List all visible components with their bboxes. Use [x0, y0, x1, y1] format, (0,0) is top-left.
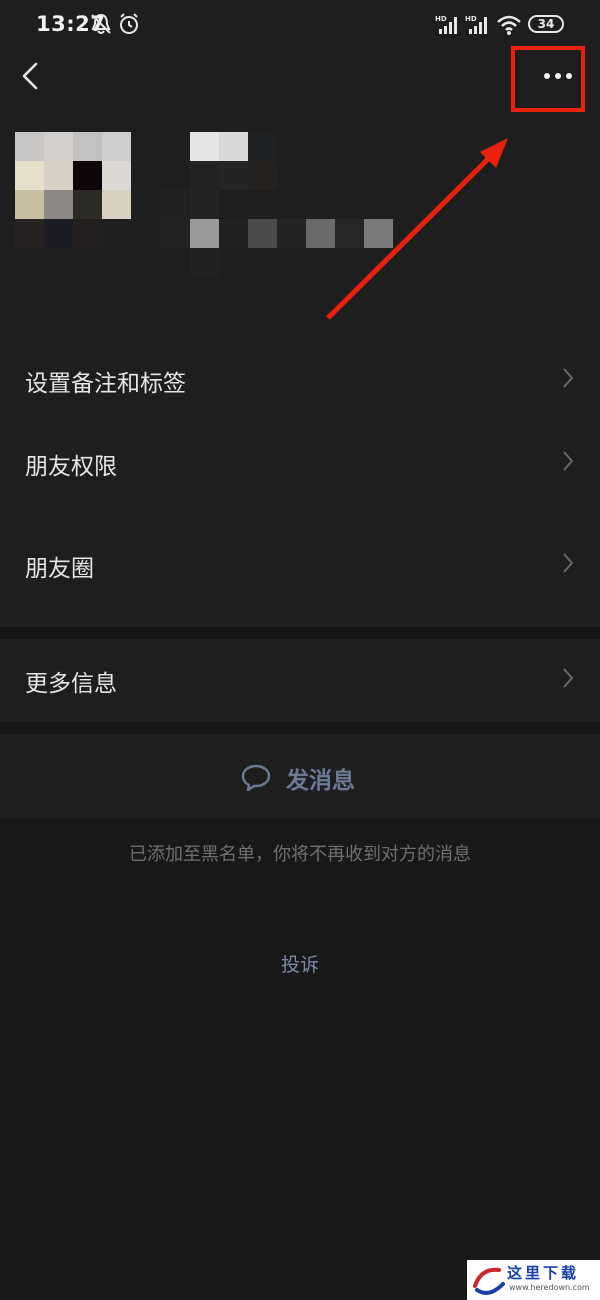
chevron-right-icon — [561, 551, 575, 581]
menu-item-label: 更多信息 — [25, 671, 117, 697]
menu-item-friend-permissions[interactable]: 朋友权限 — [0, 428, 600, 500]
watermark-url: www.heredown.com — [509, 1283, 590, 1292]
menu-item-moments[interactable]: 朋友圈 — [0, 530, 600, 602]
hd-signal-icon: HD — [465, 14, 491, 40]
chevron-right-icon — [561, 366, 575, 396]
section-divider — [0, 722, 600, 734]
avatar — [15, 132, 131, 248]
watermark-text: 这里下载 — [507, 1264, 580, 1282]
account-id-pixels — [160, 219, 393, 277]
watermark-logo-icon — [473, 1267, 505, 1295]
chevron-right-icon — [561, 666, 575, 696]
hd-signal-icon: HD — [435, 14, 461, 40]
send-message-content: 发消息 — [240, 761, 355, 795]
complain-link[interactable]: 投诉 — [0, 950, 600, 977]
chevron-right-icon — [561, 449, 575, 479]
lower-area — [0, 819, 600, 1300]
svg-text:HD: HD — [435, 15, 447, 23]
annotation-highlight-box — [511, 46, 585, 112]
send-message-button[interactable]: 发消息 — [0, 735, 600, 819]
screen: 13:27 HD HD 34 设置备注和标签 朋友权限 朋友圈 更多信息 发消息… — [0, 0, 600, 1300]
wifi-icon — [496, 14, 522, 40]
menu-item-remark-tags[interactable]: 设置备注和标签 — [0, 345, 600, 417]
blacklist-notice: 已添加至黑名单，你将不再收到对方的消息 — [129, 844, 471, 865]
menu-item-label: 朋友圈 — [25, 556, 94, 582]
alarm-icon — [118, 12, 140, 40]
nickname-pixels — [160, 132, 277, 219]
section-divider — [0, 627, 600, 639]
send-message-label: 发消息 — [286, 768, 355, 794]
menu-item-more-info[interactable]: 更多信息 — [0, 640, 600, 722]
mute-bell-icon — [90, 12, 112, 40]
battery-indicator: 34 — [528, 15, 564, 33]
pixelated-profile — [15, 132, 393, 277]
chevron-left-icon — [22, 62, 38, 90]
watermark: 这里下载 www.heredown.com — [467, 1260, 600, 1300]
menu-item-label: 朋友权限 — [25, 454, 117, 480]
back-button[interactable] — [16, 58, 50, 94]
svg-text:HD: HD — [465, 15, 477, 23]
menu-item-label: 设置备注和标签 — [25, 371, 186, 397]
chat-bubble-icon — [241, 764, 271, 792]
status-bar: 13:27 HD HD 34 — [0, 0, 600, 50]
